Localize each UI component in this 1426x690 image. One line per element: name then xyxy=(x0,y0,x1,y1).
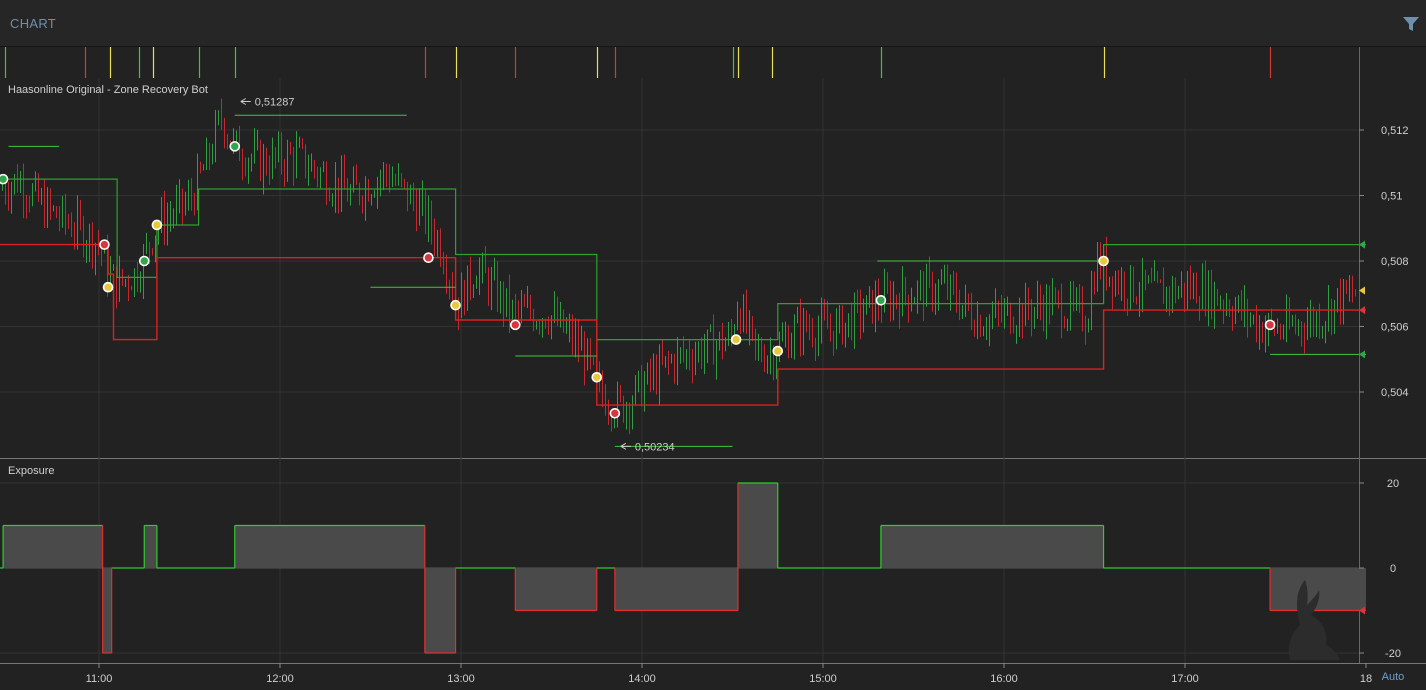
trade-marker xyxy=(102,281,114,293)
y-tick-label: 0,504 xyxy=(1381,387,1409,399)
trade-marker xyxy=(772,345,784,357)
exposure-bar xyxy=(515,568,597,611)
y-tick-label: 0,506 xyxy=(1381,322,1409,334)
exposure-y-tick-label: -20 xyxy=(1385,648,1401,660)
annotation-label: 0,50234 xyxy=(635,441,675,453)
exposure-y-tick-label: 20 xyxy=(1387,478,1399,490)
x-tick-label: 16:00 xyxy=(990,673,1018,685)
trade-marker xyxy=(229,141,241,152)
chart-header: CHART xyxy=(0,0,1426,47)
price-panel-title: Haasonline Original - Zone Recovery Bot xyxy=(8,84,208,96)
x-tick-label: 14:00 xyxy=(628,673,656,685)
exposure-bar xyxy=(234,525,425,568)
y-tick-label: 0,51 xyxy=(1381,191,1402,203)
filter-icon[interactable] xyxy=(1402,15,1420,33)
trade-marker xyxy=(0,173,9,185)
trade-marker xyxy=(138,255,150,267)
annotation-label: 0,51287 xyxy=(255,97,295,109)
x-tick-label: 15:00 xyxy=(809,673,837,685)
exposure-y-tick-label: 0 xyxy=(1390,563,1396,575)
trade-marker xyxy=(875,294,887,306)
exposure-bar xyxy=(880,525,1104,568)
trade-marker xyxy=(609,407,621,419)
trade-marker xyxy=(730,334,742,345)
trade-marker xyxy=(591,371,603,383)
exposure-panel-title: Exposure xyxy=(8,465,54,477)
exposure-bar xyxy=(614,568,738,611)
exposure-bar xyxy=(102,568,112,653)
exposure-bar xyxy=(144,525,157,568)
y-tick-label: 0,512 xyxy=(1381,125,1409,137)
y-tick-label: 0,508 xyxy=(1381,256,1409,268)
x-tick-label: 13:00 xyxy=(447,673,475,685)
trade-marker xyxy=(1098,255,1109,267)
trade-marker xyxy=(151,219,163,231)
exposure-bar xyxy=(1270,568,1366,611)
trade-marker xyxy=(99,239,110,250)
trading-chart[interactable]: 0,512 0,51 0,508 0,506 0,504 20 0 -20 11:00 12:00… xyxy=(0,47,1426,690)
exposure-bar xyxy=(424,568,456,653)
trade-marker xyxy=(1264,319,1276,331)
trade-marker xyxy=(450,299,461,311)
exposure-bar xyxy=(737,483,778,568)
x-tick-label: 11:00 xyxy=(86,673,113,685)
panel-title: CHART xyxy=(10,16,57,31)
x-tick-label: 18 xyxy=(1360,673,1372,685)
x-tick-label: 17:00 xyxy=(1171,673,1199,685)
trade-marker xyxy=(509,319,521,331)
exposure-bar xyxy=(3,525,103,568)
trade-marker xyxy=(423,252,434,264)
auto-scale-label[interactable]: Auto xyxy=(1382,671,1405,683)
x-tick-label: 12:00 xyxy=(266,673,294,685)
